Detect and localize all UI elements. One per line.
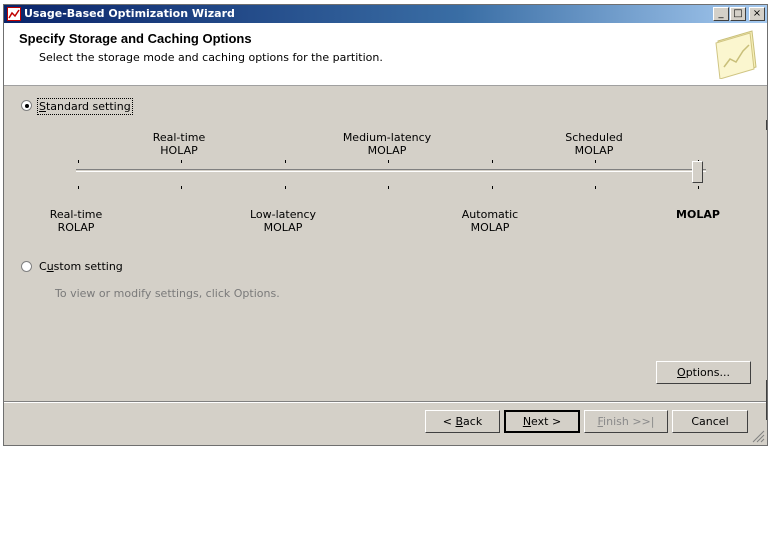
chart-paper-icon: [715, 30, 757, 79]
slider-tick: [388, 186, 389, 189]
maximize-button[interactable]: □: [730, 7, 746, 21]
custom-setting-radio[interactable]: [21, 261, 32, 272]
storage-mode-slider-thumb[interactable]: [692, 161, 703, 183]
slider-label-low-latency-molap: Low-latency MOLAP: [249, 208, 317, 234]
standard-setting-radio[interactable]: [21, 100, 32, 111]
minimize-icon: _: [718, 8, 724, 19]
slider-label-automatic-molap: Automatic MOLAP: [461, 208, 519, 234]
slider-tick: [595, 186, 596, 189]
slider-label-realtime-holap: Real-time HOLAP: [152, 131, 206, 157]
title-bar[interactable]: Usage-Based Optimization Wizard _ □ ×: [4, 5, 767, 23]
maximize-icon: □: [733, 8, 743, 19]
slider-tick: [698, 186, 699, 189]
options-button[interactable]: Options...: [656, 361, 751, 384]
slider-label-medium-latency-molap: Medium-latency MOLAP: [342, 131, 432, 157]
slider-tick: [492, 160, 493, 163]
window-title: Usage-Based Optimization Wizard: [24, 7, 235, 20]
finish-button[interactable]: Finish >>|: [584, 410, 668, 433]
slider-tick: [181, 160, 182, 163]
slider-tick: [78, 160, 79, 163]
wizard-header: Specify Storage and Caching Options Sele…: [4, 23, 767, 86]
slider-tick: [78, 186, 79, 189]
footer-separator: [4, 401, 767, 403]
back-button[interactable]: < Back: [425, 410, 500, 433]
wizard-window: Usage-Based Optimization Wizard _ □ × Sp…: [3, 4, 768, 446]
resize-grip-icon[interactable]: [752, 430, 765, 443]
slider-label-scheduled-molap: Scheduled MOLAP: [565, 131, 623, 157]
page-title: Specify Storage and Caching Options: [19, 31, 252, 46]
wizard-app-icon: [7, 7, 21, 21]
slider-tick: [595, 160, 596, 163]
next-button[interactable]: Next >: [504, 410, 580, 433]
slider-tick: [285, 160, 286, 163]
slider-tick: [388, 160, 389, 163]
slider-label-molap: MOLAP: [676, 208, 720, 221]
page-subtitle: Select the storage mode and caching opti…: [39, 51, 383, 64]
custom-setting-hint: To view or modify settings, click Option…: [55, 287, 280, 300]
close-icon: ×: [752, 8, 762, 19]
minimize-button[interactable]: _: [713, 7, 729, 21]
slider-tick: [181, 186, 182, 189]
close-button[interactable]: ×: [749, 7, 765, 21]
custom-setting-label[interactable]: Custom setting: [39, 260, 123, 273]
cancel-button[interactable]: Cancel: [672, 410, 748, 433]
standard-setting-label[interactable]: Standard setting: [37, 98, 133, 115]
slider-tick: [492, 186, 493, 189]
slider-tick: [285, 186, 286, 189]
storage-mode-slider-track[interactable]: [76, 169, 706, 172]
slider-label-realtime-rolap: Real-time ROLAP: [49, 208, 103, 234]
